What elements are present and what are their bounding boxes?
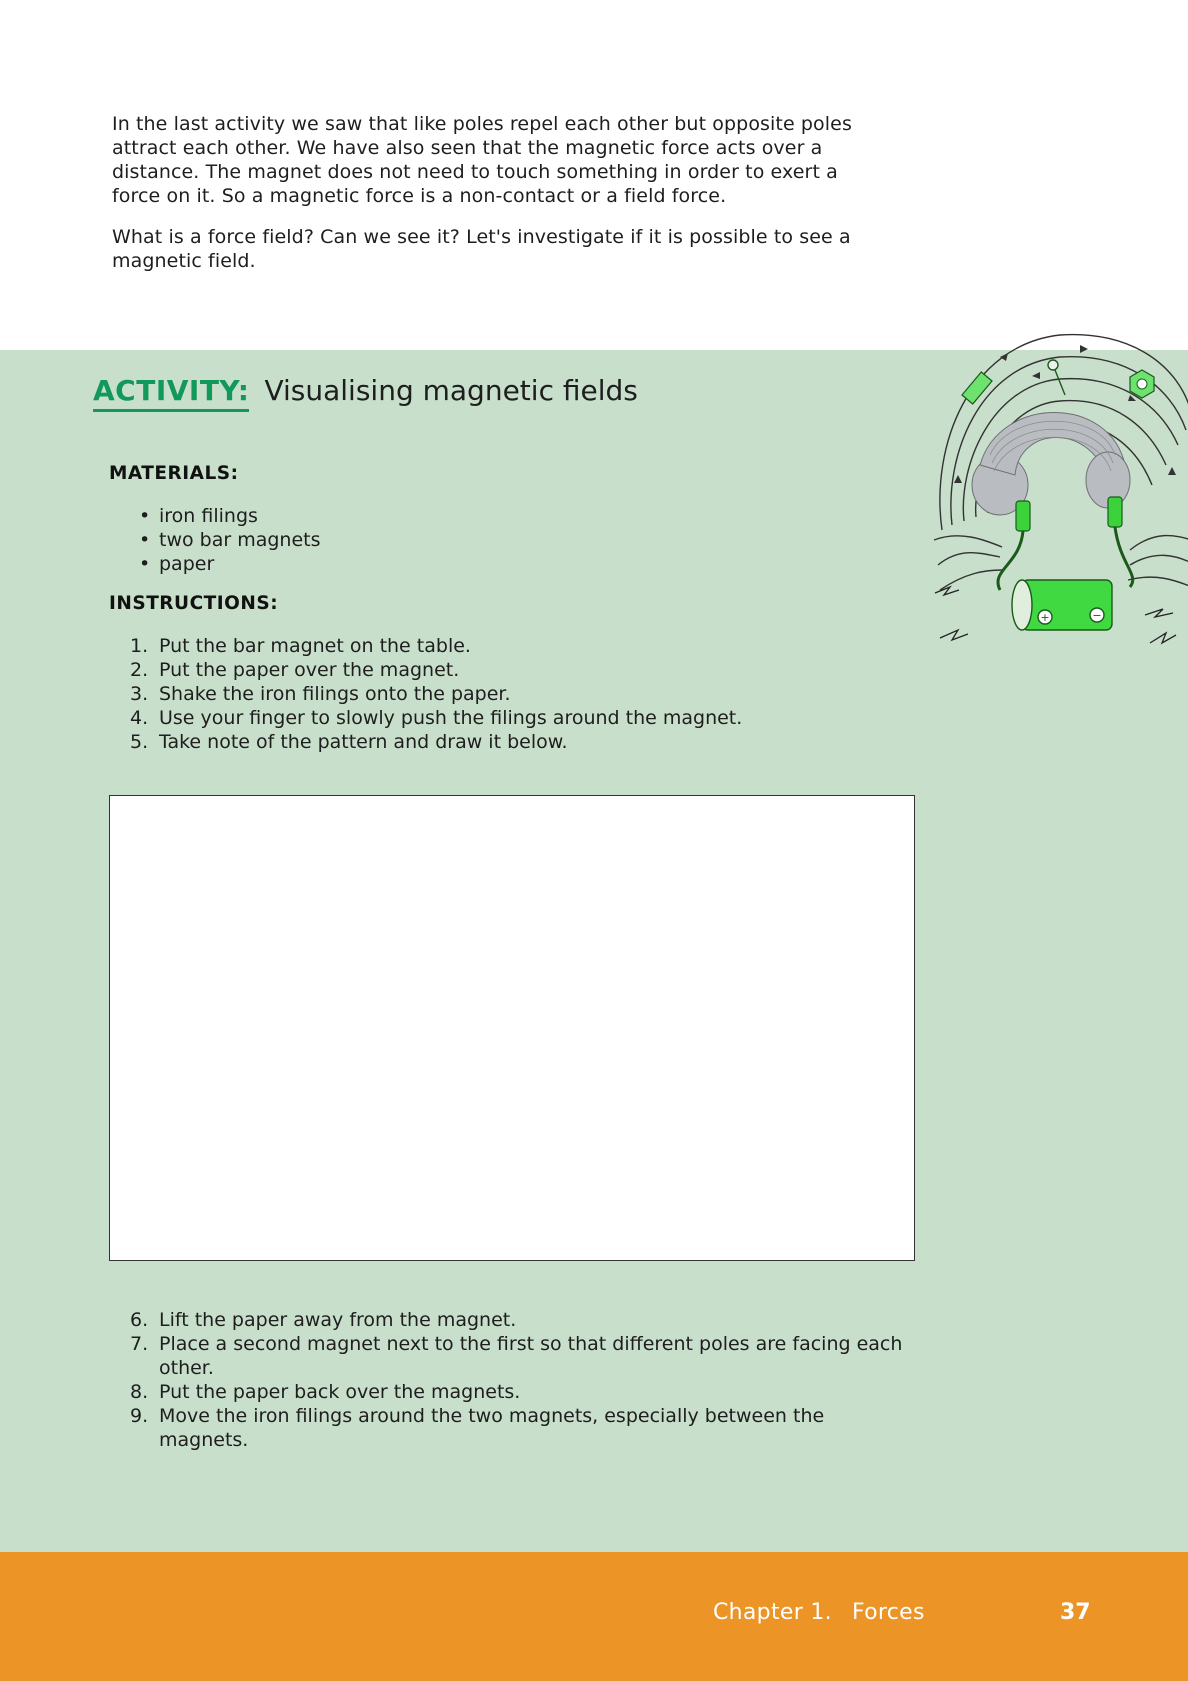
intro-paragraph: In the last activity we saw that like po… <box>112 113 852 207</box>
intro-text: In the last activity we saw that like po… <box>112 112 892 290</box>
step-text: Put the paper back over the magnets. <box>159 1381 521 1403</box>
list-item: 7. Place a second magnet next to the firs… <box>130 1332 910 1380</box>
step-text: Move the iron filings around the two mag… <box>159 1405 825 1451</box>
step-number: 1. <box>130 635 149 657</box>
step-number: 5. <box>130 731 149 753</box>
list-item: two bar magnets <box>139 528 321 552</box>
step-number: 8. <box>130 1381 149 1403</box>
list-item: iron filings <box>139 504 321 528</box>
step-text: Shake the iron filings onto the paper. <box>159 683 511 705</box>
list-item: paper <box>139 552 321 576</box>
step-text: Lift the paper away from the magnet. <box>159 1309 517 1331</box>
step-number: 6. <box>130 1309 149 1331</box>
step-number: 9. <box>130 1405 149 1427</box>
list-item: 4. Use your finger to slowly push the fil… <box>130 706 890 730</box>
chapter-label: Chapter 1. <box>713 1600 832 1625</box>
intro-paragraph: What is a force field? Can we see it? Le… <box>112 226 851 272</box>
step-text: Place a second magnet next to the first … <box>159 1333 903 1379</box>
list-item: 1. Put the bar magnet on the table. <box>130 634 890 658</box>
step-text: Use your finger to slowly push the filin… <box>159 707 743 729</box>
electromagnet-spring-battery-illustration-icon: + − <box>933 333 1188 645</box>
svg-text:+: + <box>1040 611 1049 624</box>
instructions-heading: INSTRUCTIONS: <box>109 593 279 614</box>
list-item: 5. Take note of the pattern and draw it b… <box>130 730 890 754</box>
step-number: 4. <box>130 707 149 729</box>
step-text: Put the bar magnet on the table. <box>159 635 471 657</box>
instruction-list: 6. Lift the paper away from the magnet. 7… <box>130 1308 910 1452</box>
activity-title: Visualising magnetic fields <box>264 374 638 407</box>
activity-label: ACTIVITY: <box>93 374 250 412</box>
svg-text:−: − <box>1092 609 1101 622</box>
page-footer: Chapter 1. Forces 37 <box>0 1552 1188 1681</box>
step-text: Take note of the pattern and draw it bel… <box>159 731 568 753</box>
step-text: Put the paper over the magnet. <box>159 659 460 681</box>
chapter-title: Chapter 1. Forces <box>713 1600 925 1625</box>
step-number: 7. <box>130 1333 149 1355</box>
list-item: 8. Put the paper back over the magnets. <box>130 1380 910 1404</box>
list-item: 2. Put the paper over the magnet. <box>130 658 890 682</box>
list-item: 9. Move the iron filings around the two m… <box>130 1404 910 1452</box>
step-number: 2. <box>130 659 149 681</box>
page-number: 37 <box>1060 1600 1091 1625</box>
materials-heading: MATERIALS: <box>109 463 239 484</box>
drawing-area[interactable] <box>109 795 915 1261</box>
activity-heading: ACTIVITY: Visualising magnetic fields <box>93 374 638 412</box>
list-item: 3. Shake the iron filings onto the paper. <box>130 682 890 706</box>
list-item: 6. Lift the paper away from the magnet. <box>130 1308 910 1332</box>
step-number: 3. <box>130 683 149 705</box>
materials-list: iron filings two bar magnets paper <box>139 504 321 576</box>
instruction-list: 1. Put the bar magnet on the table. 2. Put… <box>130 634 890 754</box>
chapter-name: Forces <box>851 1600 925 1625</box>
